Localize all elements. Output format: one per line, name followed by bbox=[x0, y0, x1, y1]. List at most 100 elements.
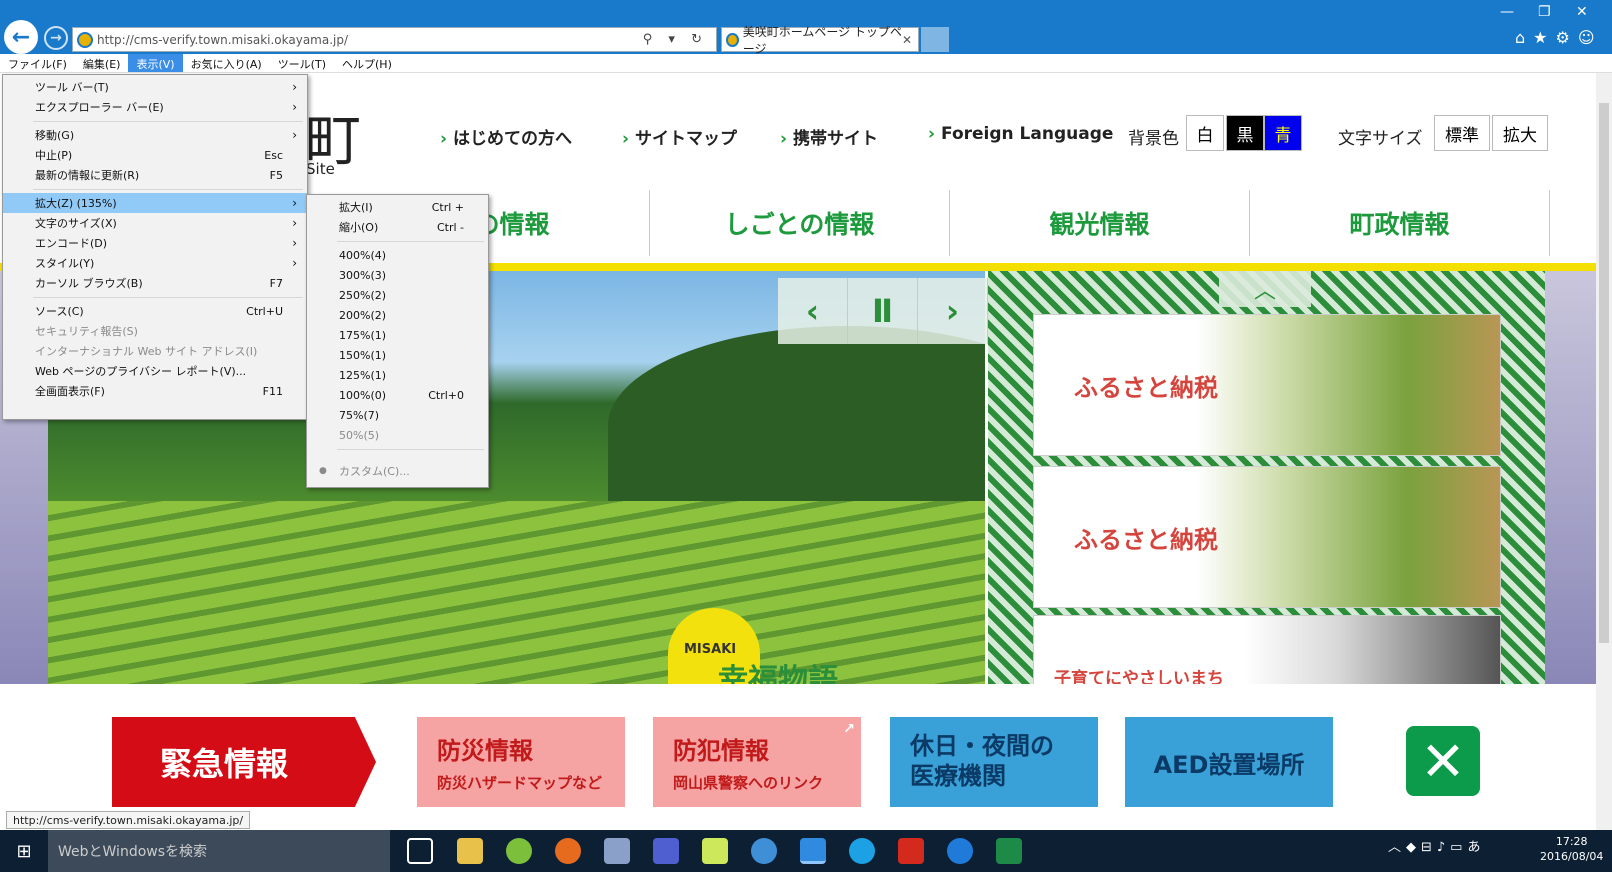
arrow-icon: › bbox=[622, 129, 630, 149]
banner-furusato-2[interactable]: ふるさと納税 bbox=[1033, 466, 1501, 608]
menu-item-text-size[interactable]: 文字のサイズ(X) › bbox=[3, 213, 307, 233]
internet-explorer-icon[interactable] bbox=[800, 838, 826, 864]
firefox-icon[interactable] bbox=[555, 838, 581, 864]
link-foreign-language[interactable]: › Foreign Language bbox=[928, 124, 1113, 144]
bullet-icon: ● bbox=[319, 466, 327, 476]
zoom-100-item[interactable]: 100%(0) Ctrl+0 bbox=[307, 385, 488, 405]
menu-favorites[interactable]: お気に入り(A) bbox=[183, 54, 270, 72]
status-bar-url: http://cms-verify.town.misaki.okayama.jp… bbox=[6, 811, 251, 829]
arrow-icon: › bbox=[780, 129, 788, 149]
menu-item-encoding[interactable]: エンコード(D) › bbox=[3, 233, 307, 253]
crime-info-button[interactable]: 防犯情報 岡山県警察へのリンク ↗ bbox=[653, 717, 861, 807]
zoom-75-item[interactable]: 75%(7) bbox=[307, 405, 488, 425]
submenu-arrow-icon: › bbox=[292, 128, 297, 142]
back-button[interactable]: ← bbox=[4, 20, 38, 54]
menu-item-privacy-report[interactable]: Web ページのプライバシー レポート(V)... bbox=[3, 361, 307, 381]
chevron-up-icon[interactable]: ︿ bbox=[1219, 271, 1311, 307]
minimize-icon[interactable]: — bbox=[1500, 4, 1514, 20]
bg-black-button[interactable]: 黒 bbox=[1226, 115, 1264, 151]
menu-item-explorer-bar[interactable]: エクスプローラー バー(E) › bbox=[3, 97, 307, 117]
menu-item-source[interactable]: ソース(C) Ctrl+U bbox=[3, 301, 307, 321]
taskbar-clock[interactable]: 17:28 2016/08/04 bbox=[1540, 834, 1603, 864]
new-tab-button[interactable] bbox=[921, 27, 949, 52]
menu-item-zoom[interactable]: 拡大(Z) (135%) › bbox=[3, 193, 307, 213]
zoom-200-item[interactable]: 200%(2) bbox=[307, 305, 488, 325]
windows-start-icon[interactable]: ⊞ bbox=[0, 830, 48, 872]
menu-item-goto[interactable]: 移動(G) › bbox=[3, 125, 307, 145]
browser-toolbar-icons[interactable]: ⌂★⚙☺ bbox=[1515, 28, 1603, 47]
font-large-button[interactable]: 拡大 bbox=[1492, 115, 1548, 151]
arrow-icon: › bbox=[928, 124, 936, 144]
skype-icon[interactable] bbox=[849, 838, 875, 864]
zoom-175-item[interactable]: 175%(1) bbox=[307, 325, 488, 345]
chevron-left-icon[interactable]: ‹ bbox=[778, 278, 848, 344]
chevron-right-icon[interactable]: › bbox=[918, 278, 988, 344]
menu-bar: ファイル(F) 編集(E) 表示(V) お気に入り(A) ツール(T) ヘルプ(… bbox=[0, 54, 1612, 73]
maximize-icon[interactable]: ❐ bbox=[1538, 4, 1551, 20]
app-icon[interactable] bbox=[751, 838, 777, 864]
tab-favicon-icon bbox=[726, 32, 739, 47]
menu-item-stop[interactable]: 中止(P) Esc bbox=[3, 145, 307, 165]
address-bar[interactable]: http://cms-verify.town.misaki.okayama.jp… bbox=[72, 27, 717, 52]
bg-blue-button[interactable]: 青 bbox=[1264, 115, 1302, 151]
disaster-info-button[interactable]: 防災情報 防災ハザードマップなど bbox=[417, 717, 625, 807]
aed-location-button[interactable]: AED設置場所 bbox=[1125, 717, 1333, 807]
zoom-400-item[interactable]: 400%(4) bbox=[307, 245, 488, 265]
zoom-out-item[interactable]: 縮小(O) Ctrl - bbox=[307, 217, 488, 237]
nav-government-info[interactable]: 町政情報 bbox=[1250, 190, 1550, 256]
site-logo-site: Site bbox=[306, 160, 335, 178]
link-first-visit[interactable]: › はじめての方へ bbox=[440, 124, 572, 149]
close-window-icon[interactable]: ✕ bbox=[1576, 4, 1588, 20]
banner-furusato-1[interactable]: ふるさと納税 bbox=[1033, 314, 1501, 456]
vertical-scrollbar[interactable] bbox=[1596, 73, 1612, 830]
menu-item-security-report: セキュリティ報告(S) bbox=[35, 325, 138, 338]
menu-edit[interactable]: 編集(E) bbox=[75, 54, 129, 72]
menu-help[interactable]: ヘルプ(H) bbox=[334, 54, 400, 72]
app-icon[interactable] bbox=[506, 838, 532, 864]
menu-item-intl-address: インターナショナル Web サイト アドレス(I) bbox=[35, 345, 258, 358]
edge-icon[interactable] bbox=[947, 838, 973, 864]
menu-item-fullscreen[interactable]: 全画面表示(F) F11 bbox=[3, 381, 307, 401]
nav-tourism-info[interactable]: 観光情報 bbox=[950, 190, 1250, 256]
menu-item-toolbar[interactable]: ツール バー(T) › bbox=[3, 77, 307, 97]
lavender-bg-right bbox=[1545, 271, 1596, 684]
app-icon[interactable] bbox=[604, 838, 630, 864]
scrollbar-thumb[interactable] bbox=[1599, 103, 1609, 643]
nav-work-info[interactable]: しごとの情報 bbox=[650, 190, 950, 256]
zoom-50-item: 50%(5) bbox=[339, 428, 380, 442]
menu-view[interactable]: 表示(V) bbox=[128, 54, 183, 72]
holiday-medical-button[interactable]: 休日・夜間の 医療機関 bbox=[890, 717, 1098, 807]
tab-close-icon[interactable]: ✕ bbox=[902, 33, 912, 47]
close-emergency-button[interactable]: ✕ bbox=[1406, 726, 1480, 796]
app-icon[interactable] bbox=[653, 838, 679, 864]
zoom-125-item[interactable]: 125%(1) bbox=[307, 365, 488, 385]
menu-item-style[interactable]: スタイル(Y) › bbox=[3, 253, 307, 273]
zoom-300-item[interactable]: 300%(3) bbox=[307, 265, 488, 285]
taskbar-search[interactable]: WebとWindowsを検索 bbox=[48, 830, 390, 872]
submenu-arrow-icon: › bbox=[292, 236, 297, 250]
menu-item-refresh[interactable]: 最新の情報に更新(R) F5 bbox=[3, 165, 307, 185]
acrobat-icon[interactable] bbox=[898, 838, 924, 864]
browser-tab[interactable]: 美咲町ホームページ トップページ ✕ bbox=[721, 25, 919, 56]
zoom-in-item[interactable]: 拡大(I) Ctrl + bbox=[307, 197, 488, 217]
view-menu: ツール バー(T) › エクスプローラー バー(E) › 移動(G) › 中止(P) E… bbox=[2, 74, 308, 420]
menu-tools[interactable]: ツール(T) bbox=[270, 54, 334, 72]
menu-item-caret-browsing[interactable]: カーソル ブラウズ(B) F7 bbox=[3, 273, 307, 293]
zoom-150-item[interactable]: 150%(1) bbox=[307, 345, 488, 365]
forward-button[interactable]: → bbox=[44, 26, 68, 50]
menu-file[interactable]: ファイル(F) bbox=[0, 54, 75, 72]
zoom-250-item[interactable]: 250%(2) bbox=[307, 285, 488, 305]
address-tools[interactable]: ⚲ ▾ ↻ bbox=[643, 32, 708, 47]
system-tray-icons[interactable]: ︿◆⊟♪▭あ bbox=[1388, 836, 1485, 855]
arrow-icon: › bbox=[440, 129, 448, 149]
link-mobile[interactable]: › 携帯サイト bbox=[780, 124, 878, 149]
pause-icon[interactable]: Ⅱ bbox=[848, 278, 918, 344]
bg-white-button[interactable]: 白 bbox=[1186, 115, 1224, 151]
banner-childcare[interactable]: 子育てにやさしいまち bbox=[1033, 615, 1501, 689]
font-standard-button[interactable]: 標準 bbox=[1434, 115, 1490, 151]
task-view-icon[interactable] bbox=[407, 838, 433, 864]
link-sitemap[interactable]: › サイトマップ bbox=[622, 124, 737, 149]
app-icon[interactable] bbox=[702, 838, 728, 864]
file-explorer-icon[interactable] bbox=[457, 838, 483, 864]
excel-icon[interactable] bbox=[996, 838, 1022, 864]
